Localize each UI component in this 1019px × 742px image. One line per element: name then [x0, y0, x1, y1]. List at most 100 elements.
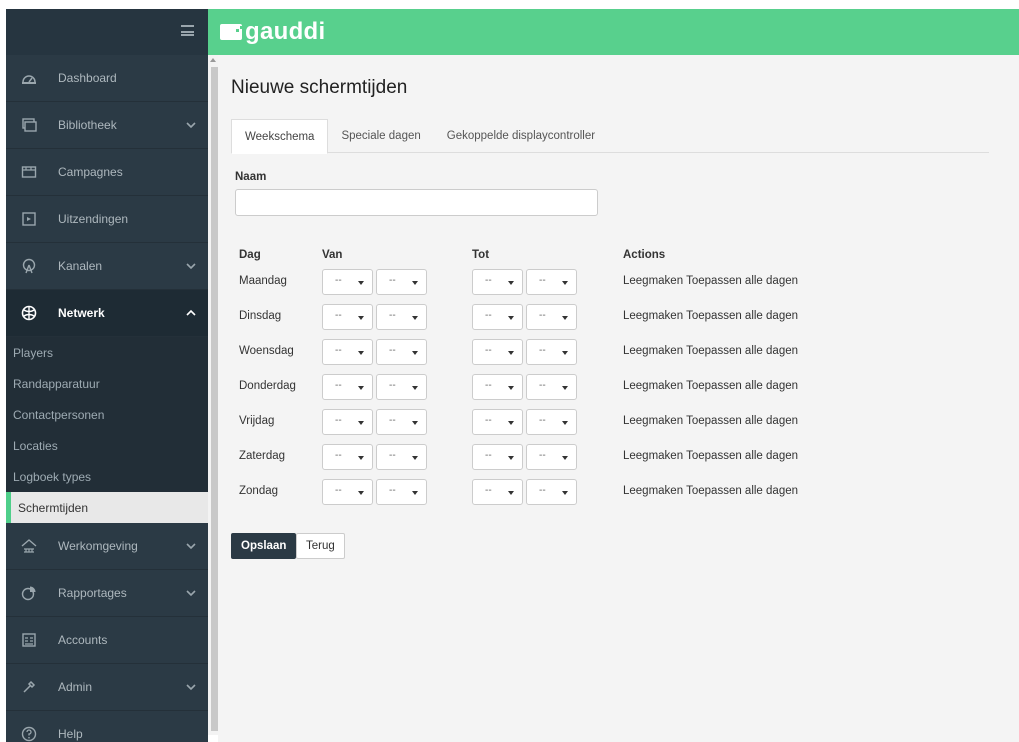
to-minute-select[interactable]: --: [526, 479, 577, 505]
tab-gekoppelde-displaycontroller[interactable]: Gekoppelde displaycontroller: [434, 119, 608, 153]
to-minute-select[interactable]: --: [526, 269, 577, 295]
to-hour-select[interactable]: --: [472, 479, 523, 505]
sidebar-subitem-schermtijden[interactable]: Schermtijden: [6, 492, 208, 523]
from-hour-select[interactable]: --: [322, 444, 373, 470]
gauddi-logo[interactable]: gauddi: [220, 18, 325, 46]
to-minute-select[interactable]: --: [526, 444, 577, 470]
select-value: --: [335, 380, 342, 391]
select-value: --: [335, 450, 342, 461]
name-label: Naam: [235, 171, 267, 183]
to-minute-select[interactable]: --: [526, 409, 577, 435]
from-hour-select[interactable]: --: [322, 374, 373, 400]
from-minute-select[interactable]: --: [376, 374, 427, 400]
sidebar-subitem-locaties[interactable]: Locaties: [6, 430, 208, 461]
from-hour-select[interactable]: --: [322, 479, 373, 505]
dropdown-arrow-icon: [562, 316, 568, 320]
sidebar-item-bibliotheek[interactable]: Bibliotheek: [6, 102, 208, 149]
dropdown-arrow-icon: [562, 386, 568, 390]
save-button[interactable]: Opslaan: [231, 533, 297, 559]
from-minute-select[interactable]: --: [376, 269, 427, 295]
to-minute-select[interactable]: --: [526, 374, 577, 400]
from-hour-select[interactable]: --: [322, 339, 373, 365]
apply-all-days-link[interactable]: Toepassen alle dagen: [686, 415, 798, 427]
from-hour-select[interactable]: --: [322, 409, 373, 435]
day-label: Zondag: [239, 485, 279, 497]
clear-link[interactable]: Leegmaken: [623, 415, 683, 427]
clear-link[interactable]: Leegmaken: [623, 485, 683, 497]
from-minute-select[interactable]: --: [376, 339, 427, 365]
dropdown-arrow-icon: [508, 491, 514, 495]
sidebar-subitem-players[interactable]: Players: [6, 337, 208, 368]
sidebar-item-help[interactable]: Help: [6, 711, 208, 742]
from-minute-select[interactable]: --: [376, 304, 427, 330]
sidebar-item-campagnes[interactable]: Campagnes: [6, 149, 208, 196]
select-value: --: [389, 380, 396, 391]
clear-link[interactable]: Leegmaken: [623, 380, 683, 392]
scrollbar[interactable]: [208, 55, 218, 735]
to-hour-select[interactable]: --: [472, 339, 523, 365]
dropdown-arrow-icon: [562, 351, 568, 355]
to-minute-select[interactable]: --: [526, 339, 577, 365]
select-value: --: [539, 450, 546, 461]
schedule-row-donderdag: Donderdag -- -- -- -- Leegmaken Toepassen all…: [239, 374, 839, 400]
select-value: --: [485, 415, 492, 426]
column-header-to: Tot: [472, 249, 490, 261]
chevron-down-icon: [186, 684, 196, 691]
from-hour-select[interactable]: --: [322, 269, 373, 295]
dropdown-arrow-icon: [508, 386, 514, 390]
to-hour-select[interactable]: --: [472, 409, 523, 435]
sidebar-item-uitzendingen[interactable]: Uitzendingen: [6, 196, 208, 243]
clear-link[interactable]: Leegmaken: [623, 450, 683, 462]
from-minute-select[interactable]: --: [376, 409, 427, 435]
scroll-up-arrow-icon[interactable]: [210, 58, 216, 62]
to-hour-select[interactable]: --: [472, 269, 523, 295]
admin-icon: [20, 678, 38, 696]
sidebar-item-admin[interactable]: Admin: [6, 664, 208, 711]
apply-all-days-link[interactable]: Toepassen alle dagen: [686, 310, 798, 322]
sidebar-item-label: Netwerk: [58, 306, 105, 320]
apply-all-days-link[interactable]: Toepassen alle dagen: [686, 380, 798, 392]
apply-all-days-link[interactable]: Toepassen alle dagen: [686, 450, 798, 462]
row-actions: Leegmaken Toepassen alle dagen: [623, 275, 798, 287]
clear-link[interactable]: Leegmaken: [623, 310, 683, 322]
to-hour-select[interactable]: --: [472, 304, 523, 330]
dropdown-arrow-icon: [508, 351, 514, 355]
from-minute-select[interactable]: --: [376, 444, 427, 470]
clear-link[interactable]: Leegmaken: [623, 275, 683, 287]
top-header: gauddi: [208, 9, 1019, 55]
apply-all-days-link[interactable]: Toepassen alle dagen: [686, 275, 798, 287]
sidebar-item-netwerk[interactable]: Netwerk: [6, 290, 208, 337]
sidebar-subitem-randapparatuur[interactable]: Randapparatuur: [6, 368, 208, 399]
sidebar: Dashboard Bibliotheek Campagnes Uitzendinge…: [6, 9, 208, 742]
from-minute-select[interactable]: --: [376, 479, 427, 505]
apply-all-days-link[interactable]: Toepassen alle dagen: [686, 345, 798, 357]
day-label: Maandag: [239, 275, 287, 287]
select-value: --: [335, 310, 342, 321]
back-button[interactable]: Terug: [296, 533, 345, 559]
tab-speciale-dagen[interactable]: Speciale dagen: [328, 119, 433, 153]
to-minute-select[interactable]: --: [526, 304, 577, 330]
dropdown-arrow-icon: [412, 456, 418, 460]
scrollbar-thumb[interactable]: [211, 67, 218, 731]
apply-all-days-link[interactable]: Toepassen alle dagen: [686, 485, 798, 497]
name-input[interactable]: [235, 189, 598, 216]
select-value: --: [539, 310, 546, 321]
sidebar-item-werkomgeving[interactable]: Werkomgeving: [6, 523, 208, 570]
tab-weekschema[interactable]: Weekschema: [231, 119, 329, 154]
sidebar-item-accounts[interactable]: Accounts: [6, 617, 208, 664]
accounts-icon: [20, 631, 38, 649]
sidebar-item-rapportages[interactable]: Rapportages: [6, 570, 208, 617]
from-hour-select[interactable]: --: [322, 304, 373, 330]
sidebar-subitem-logboek-types[interactable]: Logboek types: [6, 461, 208, 492]
to-hour-select[interactable]: --: [472, 444, 523, 470]
sidebar-subitem-contactpersonen[interactable]: Contactpersonen: [6, 399, 208, 430]
to-hour-select[interactable]: --: [472, 374, 523, 400]
select-value: --: [485, 450, 492, 461]
select-value: --: [389, 450, 396, 461]
column-header-from: Van: [322, 249, 343, 261]
sidebar-item-kanalen[interactable]: Kanalen: [6, 243, 208, 290]
sidebar-item-dashboard[interactable]: Dashboard: [6, 55, 208, 102]
clear-link[interactable]: Leegmaken: [623, 345, 683, 357]
dropdown-arrow-icon: [358, 456, 364, 460]
hamburger-menu-icon[interactable]: [181, 25, 194, 36]
